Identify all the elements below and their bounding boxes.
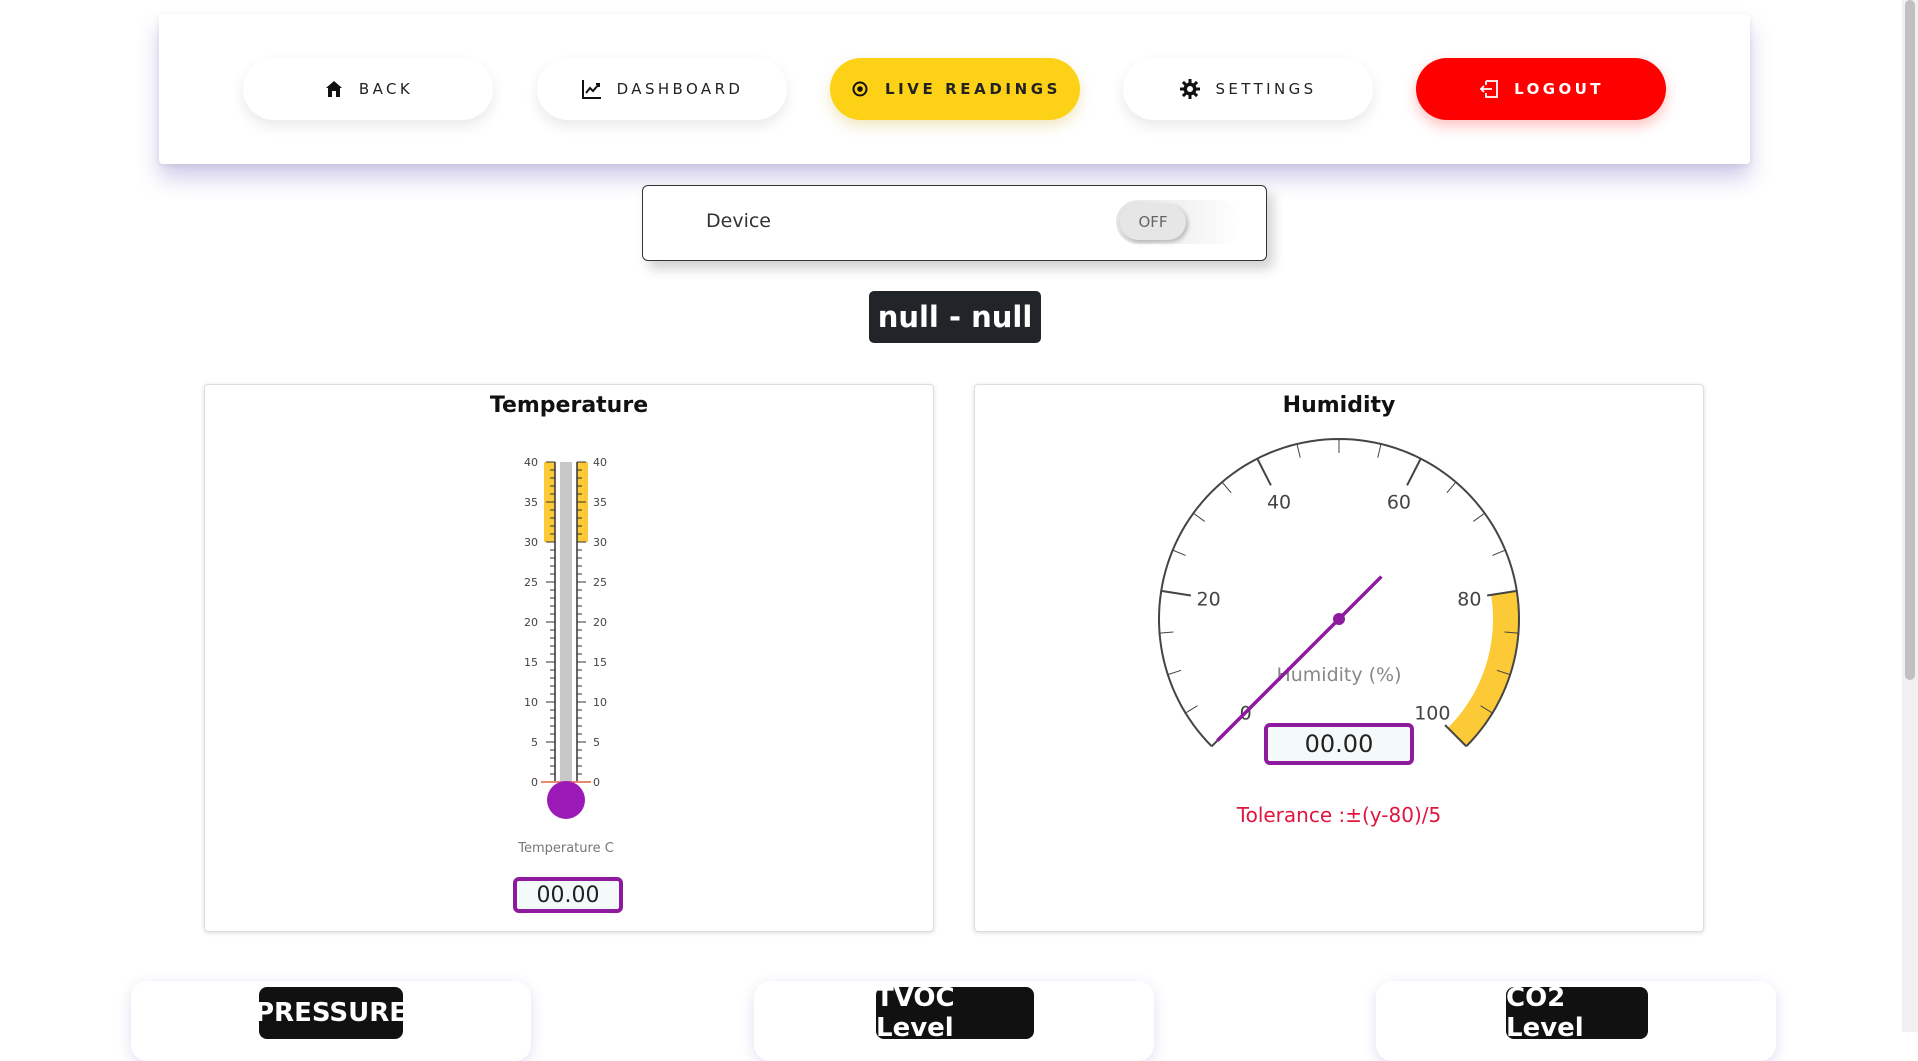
temperature-value: 00.00: [513, 877, 623, 913]
humidity-tolerance: Tolerance :±(y-80)/5: [1236, 803, 1442, 827]
gauge-tick-label: 100: [1414, 702, 1450, 724]
live-readings-label: LIVE READINGS: [884, 80, 1062, 98]
humidity-value: 00.00: [1264, 723, 1414, 765]
live-readings-button[interactable]: LIVE READINGS: [830, 58, 1080, 120]
tick-label-right: 15: [593, 656, 607, 669]
thermometer-bulb: [547, 781, 585, 819]
dashboard-label: DASHBOARD: [616, 80, 744, 98]
tick-label-right: 40: [593, 456, 607, 469]
gauge-tick: [1377, 443, 1382, 458]
chart-line-icon: [581, 78, 603, 100]
thermometer-chart: 0 0 5 5 10 10 15 15 20 20 25 25 30 30 35 35 40 40 Temperat…: [517, 456, 614, 856]
tick-label-left: 40: [524, 456, 538, 469]
gauge-tick: [1161, 589, 1192, 597]
gauge-tick-label: 20: [1197, 588, 1221, 610]
device-panel: Device OFF: [642, 185, 1267, 261]
gauge-tick: [1221, 481, 1232, 494]
tvoc-title: TVOC Level: [876, 983, 1034, 1043]
tick-label-right: 0: [593, 776, 600, 789]
device-label: Device: [706, 210, 771, 232]
gauge-tick: [1256, 458, 1272, 486]
humidity-card: Humidity 020406080100Humidity (%) 00.00 …: [974, 384, 1704, 932]
tick-label-left: 20: [524, 616, 538, 629]
gauge-tick: [1492, 549, 1506, 556]
temperature-axis-label: Temperature C: [517, 841, 614, 856]
gear-icon: [1179, 78, 1201, 100]
temperature-card: Temperature 0 0 5 5 10 10 15 15 20 20 25 25 30 30 35 35…: [204, 384, 934, 932]
humidity-gauge: 020406080100Humidity (%): [1157, 437, 1521, 747]
logout-label: LOGOUT: [1514, 80, 1604, 98]
scrollbar-thumb[interactable]: [1905, 0, 1915, 680]
humidity-axis-label: Humidity (%): [1276, 664, 1401, 686]
settings-button[interactable]: SETTINGS: [1123, 58, 1373, 120]
gauge-tick-label: 40: [1267, 491, 1291, 513]
tick-label-left: 35: [524, 496, 538, 509]
tick-label-left: 0: [531, 776, 538, 789]
device-toggle[interactable]: OFF: [1116, 200, 1241, 244]
tick-label-right: 25: [593, 576, 607, 589]
gauge-tick: [1167, 669, 1182, 676]
gauge-tick: [1446, 481, 1457, 494]
tick-label-left: 25: [524, 576, 538, 589]
device-name-badge: null - null: [869, 291, 1041, 343]
pressure-title: PRESSURE: [255, 987, 407, 1039]
gauge-tick-label: 80: [1457, 588, 1481, 610]
tick-label-right: 5: [593, 736, 600, 749]
tick-label-right: 30: [593, 536, 607, 549]
top-navigation: BACK DASHBOARD LIVE READINGS SETTINGS LO…: [159, 14, 1750, 164]
gauge-tick: [1473, 512, 1485, 522]
humidity-range-band: [1447, 590, 1519, 747]
co2-title: CO2 Level: [1506, 983, 1648, 1043]
gauge-tick: [1172, 549, 1186, 556]
thermometer-tube: [560, 462, 572, 782]
tick-label-left: 10: [524, 696, 538, 709]
dashboard-button[interactable]: DASHBOARD: [537, 58, 787, 120]
gauge-tick: [1159, 631, 1174, 634]
logout-icon: [1478, 78, 1500, 100]
logout-button[interactable]: LOGOUT: [1416, 58, 1666, 120]
back-label: BACK: [358, 80, 414, 98]
gauge-tick-label: 60: [1387, 491, 1411, 513]
home-icon: [323, 78, 345, 100]
gauge-needle: [1216, 575, 1383, 742]
toggle-knob[interactable]: OFF: [1120, 204, 1186, 240]
back-button[interactable]: BACK: [243, 58, 493, 120]
gauge-tick: [1296, 443, 1301, 458]
gauge-needle-pivot: [1333, 613, 1345, 625]
gauge-tick: [1406, 458, 1422, 486]
gauge-tick: [1193, 512, 1205, 522]
record-icon: [849, 78, 871, 100]
settings-label: SETTINGS: [1215, 80, 1317, 98]
tick-label-left: 30: [524, 536, 538, 549]
tick-label-right: 20: [593, 616, 607, 629]
gauge-tick: [1185, 705, 1198, 714]
tick-label-left: 15: [524, 656, 538, 669]
tick-label-right: 35: [593, 496, 607, 509]
tick-label-right: 10: [593, 696, 607, 709]
tick-label-left: 5: [531, 736, 538, 749]
page-scrollbar[interactable]: [1902, 0, 1918, 1032]
